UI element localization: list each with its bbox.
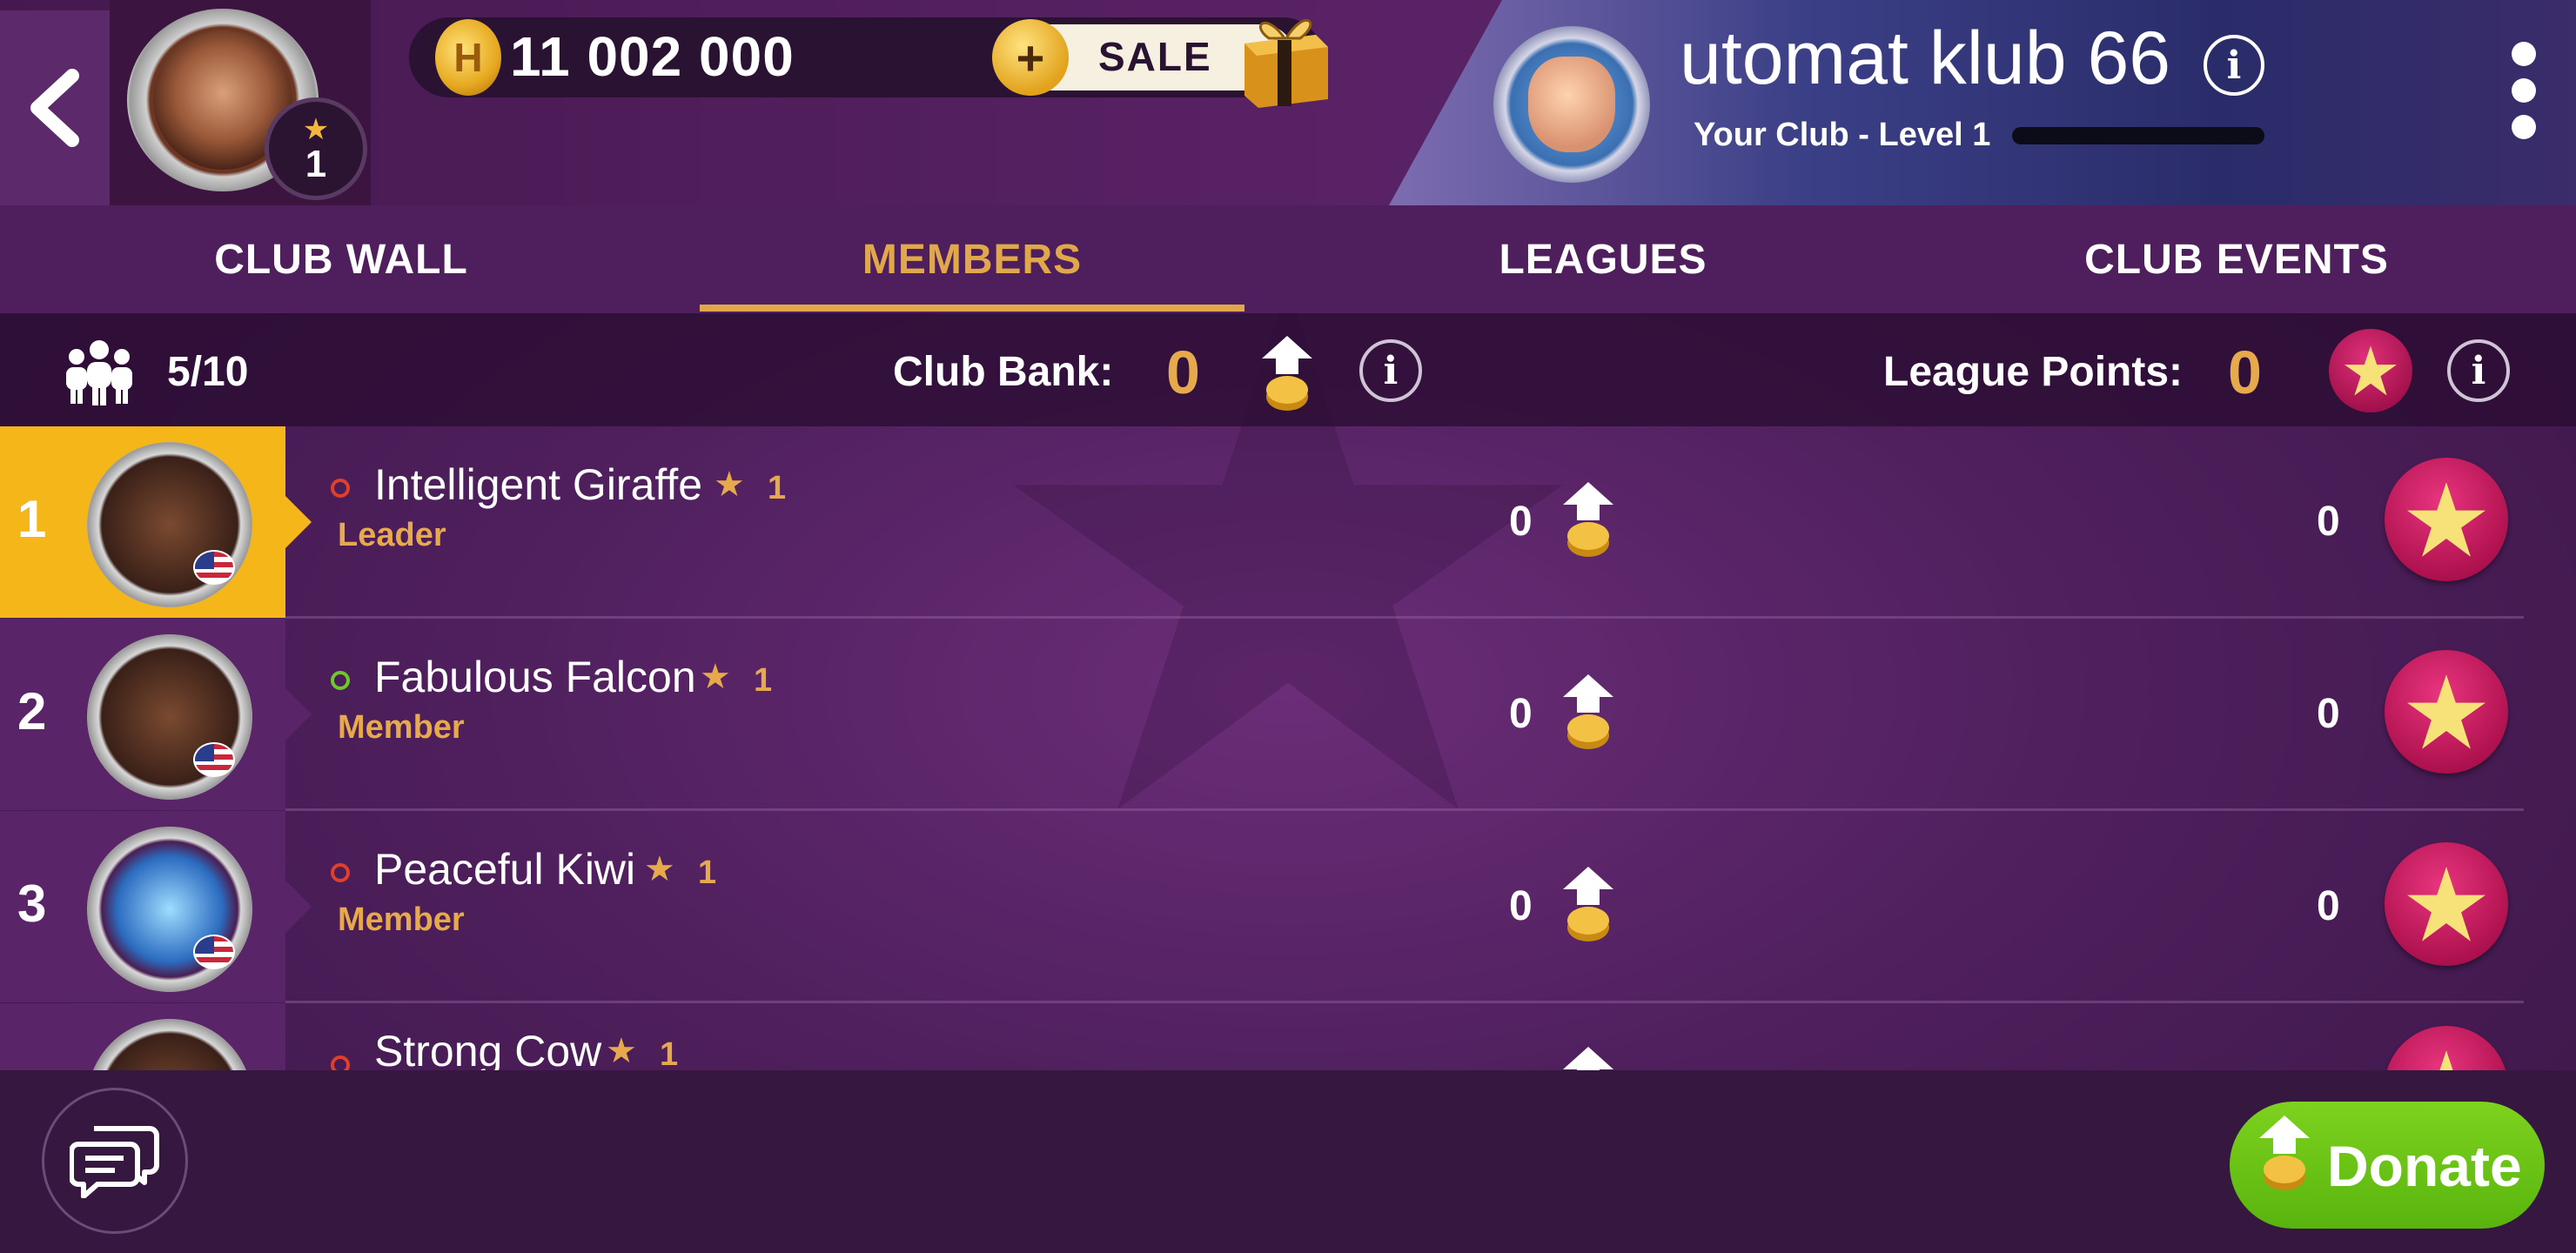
- member-league-points: 0: [2317, 691, 2340, 737]
- donate-coin-icon: [2259, 1116, 2310, 1190]
- member-level: 1: [768, 470, 787, 506]
- member-name: Fabulous Falcon: [374, 653, 696, 701]
- status-online-icon: [331, 671, 350, 690]
- plus-icon[interactable]: +: [992, 19, 1069, 96]
- member-level: 1: [660, 1036, 679, 1070]
- donate-coin-icon: [1563, 674, 1613, 749]
- tab-bar: CLUB WALL MEMBERS LEAGUES CLUB EVENTS: [0, 205, 2576, 313]
- us-flag-icon: [193, 742, 235, 777]
- members-list: 1 Intelligent Giraffe ★ 1 Leader 0 0 2 F…: [0, 426, 2576, 1070]
- member-name: Strong Cow: [374, 1027, 602, 1070]
- status-offline-icon: [331, 863, 350, 882]
- member-row[interactable]: Strong Cow ★ 1: [0, 1003, 2576, 1070]
- member-count: 5/10: [167, 349, 249, 395]
- league-points-info-button[interactable]: i: [2447, 339, 2510, 402]
- member-row[interactable]: 2 Fabulous Falcon ★ 1 Member 0 0: [0, 619, 2576, 810]
- star-icon: ★: [700, 658, 731, 696]
- us-flag-icon: [193, 935, 235, 969]
- back-arrow-icon: [30, 69, 79, 147]
- member-name: Intelligent Giraffe: [374, 460, 703, 509]
- club-level: Your Club - Level 1: [1694, 117, 1991, 153]
- kebab-menu-icon[interactable]: [2506, 42, 2541, 146]
- donate-coin-icon: [1563, 1047, 1613, 1070]
- status-offline-icon: [331, 1055, 350, 1070]
- league-star-icon: [2385, 842, 2508, 966]
- tab-club-wall[interactable]: CLUB WALL: [0, 205, 682, 313]
- player-level-badge: ★ 1: [265, 97, 367, 200]
- member-role: Leader: [338, 517, 446, 553]
- league-star-icon: [2385, 650, 2508, 774]
- back-button[interactable]: [0, 10, 110, 205]
- gift-icon[interactable]: [1232, 9, 1337, 111]
- player-level: 1: [305, 143, 327, 185]
- member-name: Peaceful Kiwi: [374, 845, 636, 894]
- league-star-icon: [2329, 329, 2412, 412]
- sale-label: SALE: [1098, 34, 1212, 79]
- club-bank-value: 0: [1166, 338, 1200, 406]
- chat-icon: [70, 1126, 159, 1198]
- bottom-bar: [0, 1070, 2576, 1253]
- club-level-progress-bar: [2012, 127, 2264, 144]
- league-points-label: League Points:: [1883, 349, 2184, 395]
- member-role: Member: [338, 901, 465, 938]
- rank-pointer: [285, 881, 312, 933]
- star-icon: ★: [644, 850, 675, 888]
- donate-coin-icon: [1262, 336, 1312, 411]
- donate-coin-icon: [1563, 867, 1613, 941]
- member-donated: 0: [1509, 691, 1533, 737]
- member-donated: 0: [1509, 499, 1533, 545]
- member-row[interactable]: 1 Intelligent Giraffe ★ 1 Leader 0 0: [0, 426, 2576, 618]
- member-avatar[interactable]: [87, 442, 252, 607]
- tab-leagues[interactable]: LEAGUES: [1262, 205, 1944, 313]
- star-icon: ★: [714, 466, 745, 504]
- member-donated: 0: [1509, 883, 1533, 929]
- member-row[interactable]: 3 Peaceful Kiwi ★ 1 Member 0 0: [0, 811, 2576, 1002]
- league-star-icon: [2385, 458, 2508, 581]
- tab-members[interactable]: MEMBERS: [682, 205, 1262, 313]
- club-emblem-icon[interactable]: [1493, 26, 1650, 183]
- club-bank-info-button[interactable]: i: [1359, 339, 1422, 402]
- coin-icon: H: [435, 19, 501, 96]
- donate-label: Donate: [2327, 1134, 2522, 1198]
- club-bank-label: Club Bank:: [893, 349, 1114, 395]
- club-name: utomat klub 66: [1680, 17, 2171, 100]
- member-league-points: 0: [2317, 883, 2340, 929]
- donate-coin-icon: [1563, 482, 1613, 557]
- members-icon: [66, 340, 132, 405]
- crossed-fingers-icon: [1528, 57, 1615, 152]
- active-tab-indicator: [700, 305, 1244, 312]
- status-offline-icon: [331, 479, 350, 498]
- member-rank: 3: [17, 874, 47, 933]
- player-avatar-panel[interactable]: ★ 1: [110, 0, 371, 205]
- rank-pointer: [285, 688, 312, 740]
- league-points-value: 0: [2228, 338, 2262, 406]
- member-avatar[interactable]: [87, 634, 252, 800]
- chat-button[interactable]: [42, 1088, 188, 1234]
- coin-balance: 11 002 000: [510, 25, 795, 88]
- member-role: Member: [338, 709, 465, 746]
- star-icon: ★: [302, 113, 330, 146]
- member-level: 1: [754, 662, 773, 699]
- club-info-button[interactable]: i: [2204, 35, 2264, 96]
- tab-club-events[interactable]: CLUB EVENTS: [1915, 205, 2559, 313]
- member-rank: 2: [17, 682, 47, 740]
- star-icon: ★: [606, 1032, 637, 1070]
- member-avatar[interactable]: [87, 827, 252, 992]
- us-flag-icon: [193, 550, 235, 585]
- league-star-icon: [2385, 1026, 2508, 1070]
- member-level: 1: [698, 854, 717, 891]
- member-rank: 1: [17, 490, 47, 548]
- rank-pointer: [285, 496, 312, 548]
- member-league-points: 0: [2317, 499, 2340, 545]
